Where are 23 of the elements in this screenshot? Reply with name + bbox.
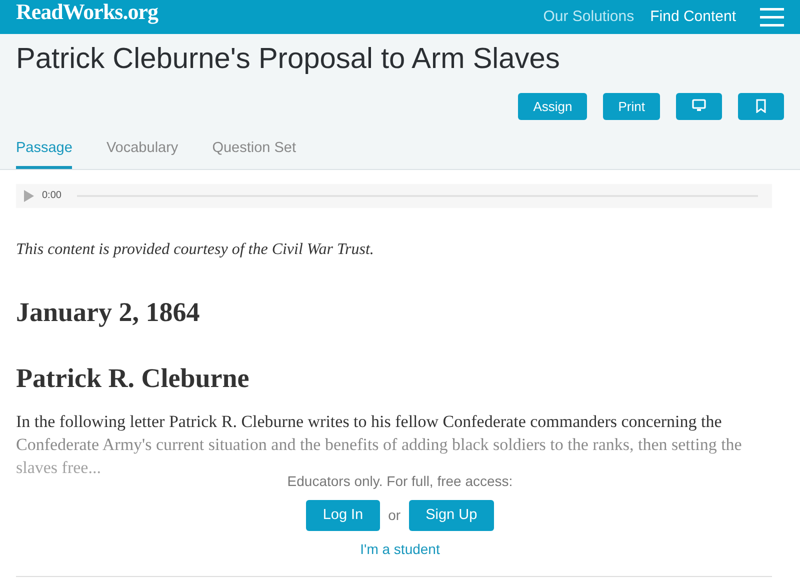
menu-icon[interactable] (760, 7, 784, 27)
bookmark-icon (754, 99, 768, 114)
signup-button[interactable]: Sign Up (408, 500, 494, 532)
monitor-icon (692, 99, 706, 114)
tab[interactable]: Vocabulary (106, 134, 178, 169)
or-text: or (388, 506, 401, 526)
date-heading: January 2, 1864 (16, 296, 201, 328)
page-title: Patrick Cleburne's Proposal to Arm Slaves (16, 42, 561, 77)
audio-time: 0:00 (42, 189, 62, 204)
tab[interactable]: Question Set (212, 134, 296, 169)
author-heading: Patrick R. Cleburne (16, 362, 250, 394)
action-button[interactable]: Print (603, 92, 660, 120)
action-button[interactable] (738, 92, 784, 120)
nav-link[interactable]: Our Solutions (543, 6, 634, 28)
logo[interactable]: ReadWorks.org (16, 1, 158, 23)
tab[interactable]: Passage (16, 134, 72, 169)
action-button[interactable]: Assign (518, 92, 588, 120)
nav-link[interactable]: Find Content (650, 6, 736, 28)
action-button[interactable] (676, 92, 722, 120)
play-icon[interactable] (24, 190, 34, 202)
login-button[interactable]: Log In (306, 500, 380, 532)
student-link[interactable]: I'm a student (360, 539, 440, 560)
credit-text: This content is provided courtesy of the Civil War Trust. (16, 240, 375, 260)
